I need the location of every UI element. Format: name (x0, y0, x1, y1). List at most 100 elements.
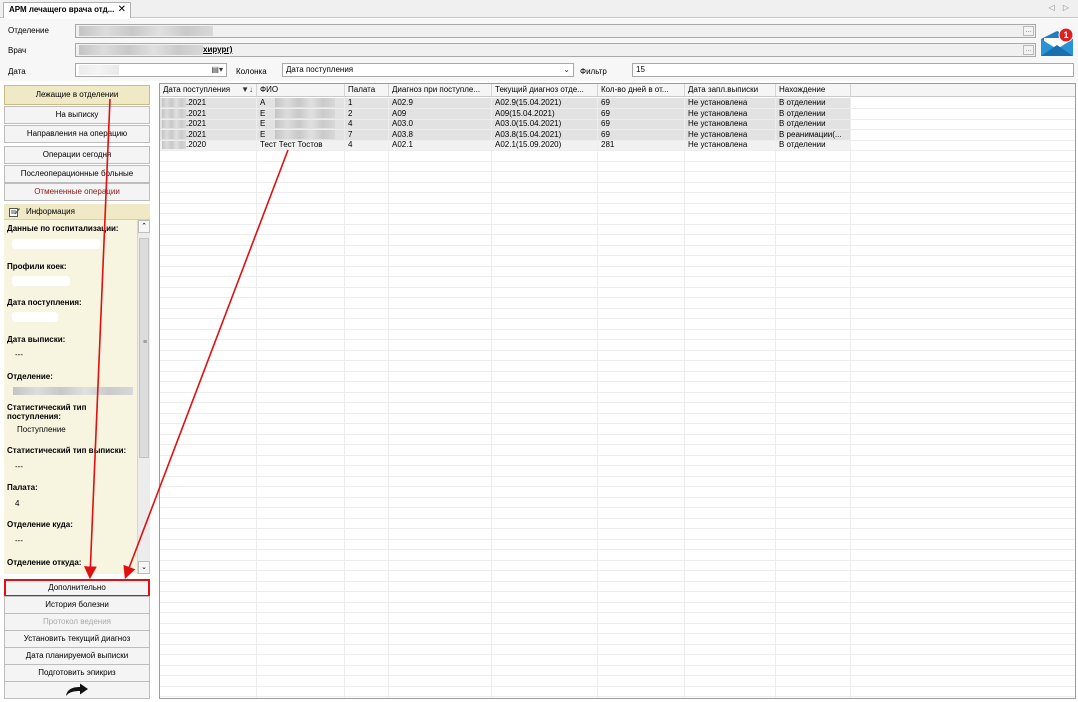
column-select[interactable]: Дата поступления ⌄ (282, 63, 574, 77)
info-header: Информация (4, 204, 150, 220)
set-diagnosis-button[interactable]: Установить текущий диагноз (4, 630, 150, 648)
redacted-date-prefix (162, 108, 186, 118)
table-cell: В отделении (776, 119, 851, 130)
redacted-date-prefix (162, 140, 186, 150)
table-cell: A09(15.04.2021) (492, 108, 598, 119)
fio-initial: Е (260, 119, 266, 128)
grid-line (160, 360, 1075, 361)
nav-in-department[interactable]: Лежащие в отделении (4, 85, 150, 105)
protocol-button[interactable]: Протокол ведения (4, 613, 150, 631)
filter-input[interactable]: 15 (632, 63, 1074, 77)
medical-history-button[interactable]: История болезни (4, 596, 150, 614)
grid-line (160, 444, 1075, 445)
grid-line (160, 454, 1075, 456)
grid-line (160, 486, 1075, 487)
department-info-value (13, 386, 133, 395)
tab-scroll-icon[interactable]: ◁ ▷ (1048, 3, 1072, 12)
grid-line (160, 255, 1075, 256)
doctor-label: Врач (8, 46, 27, 55)
grid-column-line (684, 97, 685, 698)
grid-line (160, 402, 1075, 403)
mail-notification-icon[interactable]: 1 (1040, 27, 1074, 57)
planned-discharge-button[interactable]: Дата планируемой выписки (4, 647, 150, 665)
redacted-fio (275, 108, 336, 118)
doctor-select-button[interactable]: ... (1023, 45, 1034, 55)
info-body: Данные по госпитализации: Профили коек: … (4, 220, 150, 574)
column-header-4[interactable]: Текущий диагноз отде... (492, 84, 598, 97)
grid-column-line (775, 97, 776, 698)
table-cell: .2021 (160, 98, 257, 109)
table-cell: Е (257, 108, 345, 119)
grid-line (160, 160, 1075, 162)
grid-line (160, 696, 1075, 697)
table-cell: .2021 (160, 108, 257, 119)
additional-button[interactable]: Дополнительно (4, 579, 150, 597)
grid-line (160, 265, 1075, 267)
doctor-field[interactable]: хирург) ... (75, 43, 1036, 57)
redacted-fio (275, 119, 336, 129)
filter-form: Отделение ... Врач хирург) ... Дата ▤▾ К… (0, 19, 1078, 81)
fio-initial: Е (260, 129, 266, 139)
grid-line (160, 223, 1075, 225)
column-header-0[interactable]: Дата поступления ▼↓ (160, 84, 257, 97)
grid-line (160, 412, 1075, 414)
department-info-label: Отделение: (7, 372, 53, 381)
nav-to-discharge[interactable]: На выписку (4, 106, 150, 124)
nav-cancelled-surgeries[interactable]: Отмененные операции (4, 183, 150, 201)
table-cell: A03.8(15.04.2021) (492, 129, 598, 140)
department-value-redacted (79, 25, 213, 36)
admission-date-text: .2021 (186, 119, 207, 128)
column-select-value: Дата поступления (286, 65, 354, 74)
column-header-2[interactable]: Палата (345, 84, 389, 97)
grid-line (160, 213, 1075, 214)
admission-date-text: .2020 (186, 140, 207, 149)
table-cell: В реанимации(... (776, 129, 851, 140)
chevron-down-icon[interactable]: ⌄ (563, 64, 570, 76)
nav-surgery-referrals[interactable]: Направления на операцию (4, 125, 150, 143)
grid-line (160, 349, 1075, 351)
tab-arm-doctor[interactable]: АРМ лечащего врача отд... ✕ (3, 2, 131, 18)
nav-postop-patients[interactable]: Послеоперационные больные (4, 165, 150, 183)
doctor-value-redacted (79, 44, 203, 55)
department-field[interactable]: ... (75, 24, 1036, 38)
column-header-6[interactable]: Дата запл.выписки (685, 84, 776, 97)
grid-column-line (256, 97, 257, 698)
info-scrollbar[interactable]: ⌃ ≡ ⌄ (137, 220, 150, 574)
redacted-date-prefix (162, 98, 186, 108)
scroll-down-icon[interactable]: ⌄ (138, 561, 150, 574)
hospitalization-data-value (12, 239, 100, 249)
admission-date-text: .2021 (186, 98, 207, 107)
nav-surgeries-today[interactable]: Операции сегодня (4, 146, 150, 164)
date-field[interactable]: ▤▾ (75, 63, 227, 77)
grid-line (160, 559, 1075, 561)
grid-line (160, 475, 1075, 477)
table-cell: .2021 (160, 129, 257, 140)
grid-line (160, 465, 1075, 466)
patients-table[interactable]: Дата поступления ▼↓ ФИО Палата Диагноз при п… (159, 83, 1076, 699)
epicrisis-button[interactable]: Подготовить эпикриз (4, 664, 150, 682)
forward-arrow-icon (66, 683, 88, 696)
table-cell: Е (257, 119, 345, 130)
grid-line (160, 685, 1075, 687)
department-select-button[interactable]: ... (1023, 26, 1034, 36)
sort-desc-icon[interactable]: ▼↓ (241, 84, 253, 96)
table-cell: Не установлена (685, 129, 776, 140)
column-header-7[interactable]: Нахождение (776, 84, 851, 97)
column-header-5[interactable]: Кол-во дней в от... (598, 84, 685, 97)
grid-line (160, 622, 1075, 624)
table-cell: В отделении (776, 98, 851, 109)
notification-count: 1 (1063, 30, 1068, 40)
table-cell: 69 (598, 119, 685, 130)
table-cell: 7 (345, 129, 389, 140)
scroll-thumb[interactable]: ≡ (139, 238, 149, 458)
table-cell: 69 (598, 129, 685, 140)
forward-button[interactable] (4, 681, 150, 699)
calendar-icon[interactable]: ▤▾ (211, 64, 223, 76)
scroll-up-icon[interactable]: ⌃ (138, 220, 150, 233)
close-icon[interactable]: ✕ (118, 3, 126, 17)
admission-date-value (12, 312, 58, 322)
column-header-1[interactable]: ФИО (257, 84, 345, 97)
table-cell: A03.8 (389, 129, 492, 140)
column-header-3[interactable]: Диагноз при поступле... (389, 84, 492, 97)
table-cell: 4 (345, 119, 389, 130)
